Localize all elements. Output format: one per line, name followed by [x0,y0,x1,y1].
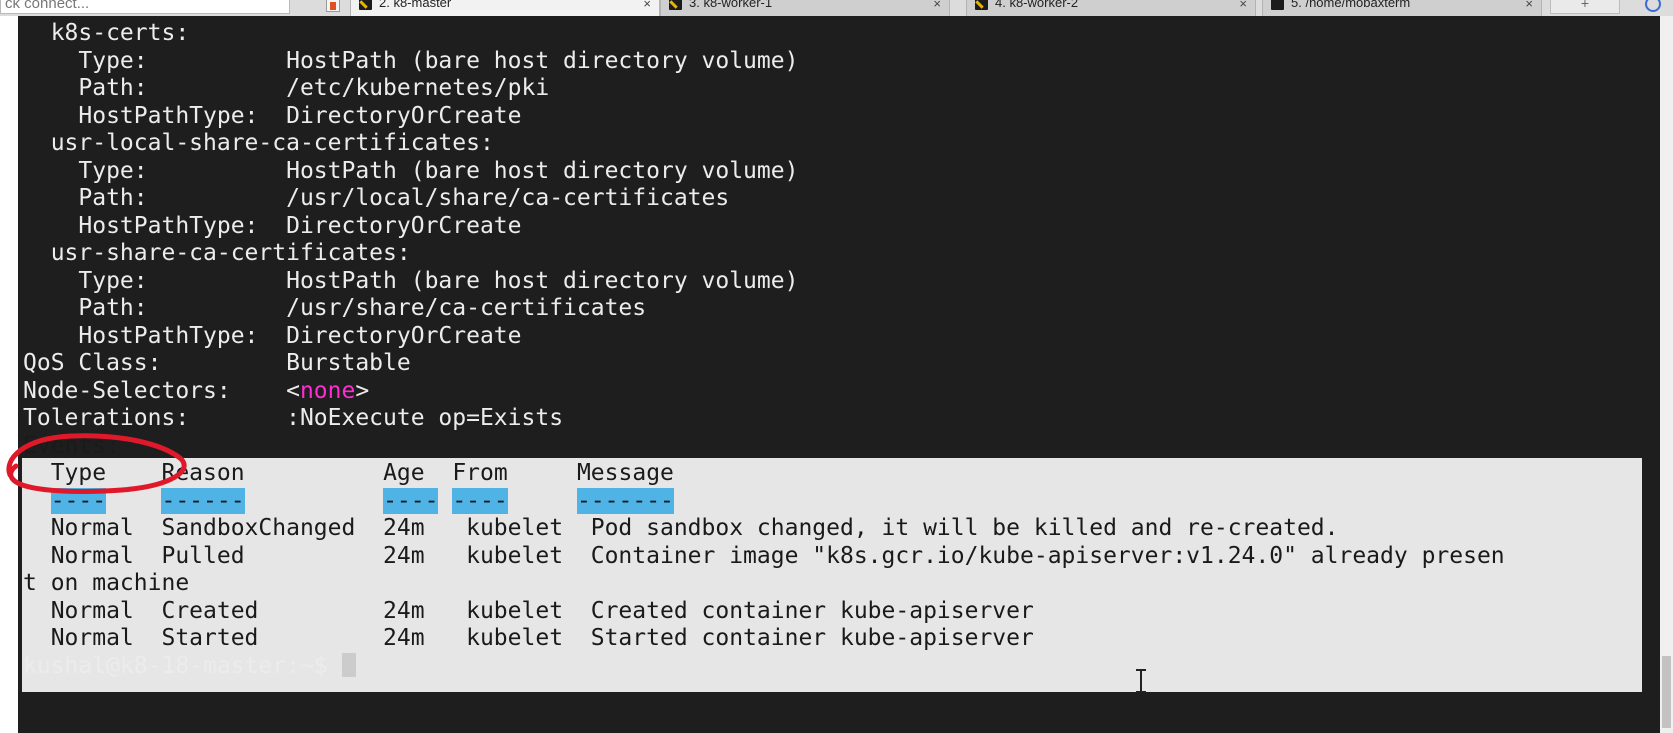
node-selectors-line: Node-Selectors: <none> [23,377,1655,406]
column-type: Type [23,460,107,486]
prompt-text: kushal@k8-18-master:~$ [23,653,342,679]
settings-icon[interactable] [1645,0,1661,12]
terminal-tab-icon [975,0,988,10]
underline-type: ---- [50,488,107,514]
events-heading: Events: [23,433,120,459]
terminal-line: Path: /etc/kubernetes/pki [23,75,550,101]
tab-k8-master[interactable]: 2. k8-master × [350,0,660,16]
terminal-line: usr-local-share-ca-certificates: [23,130,494,156]
terminal-line: k8s-certs: [23,20,190,46]
underline-reason: ------ [161,488,245,514]
scrollbar-thumb[interactable] [1662,656,1671,728]
terminal-tab-icon [669,0,682,10]
terminal-line: Path: /usr/share/ca-certificates [23,295,647,321]
underline-from: ---- [452,488,508,514]
close-icon[interactable]: × [1525,0,1533,12]
tab-label: 4. k8-worker-2 [995,0,1079,10]
tab-label: 2. k8-master [379,0,452,10]
terminal-scrollbar[interactable] [1660,16,1673,733]
terminal-line: HostPathType: DirectoryOrCreate [23,323,522,349]
terminal-line: HostPathType: DirectoryOrCreate [23,103,522,129]
close-icon[interactable]: × [933,0,941,12]
terminal-line: Type: HostPath (bare host directory volu… [23,268,799,294]
underline-message: ------- [576,488,674,514]
tab-label: 5. /home/mobaxterm [1291,0,1411,10]
underline-age: ---- [383,488,439,514]
tab-k8-worker-2[interactable]: 4. k8-worker-2 × [966,0,1256,16]
tab-label: 3. k8-worker-1 [689,0,773,10]
terminal-line: usr-share-ca-certificates: [23,240,411,266]
event-row: Normal Created 24m kubelet Created conta… [23,598,1034,624]
block-cursor [341,653,356,677]
tab-k8-worker-1[interactable]: 3. k8-worker-1 × [660,0,950,16]
event-row: Normal SandboxChanged 24m kubelet Pod sa… [23,515,1339,541]
column-reason: Reason [161,460,245,486]
tolerations-line: Tolerations: :NoExecute op=Exists [23,405,564,431]
event-row-wrap: t on machine [23,570,190,596]
events-column-underline: ---- ------ ---- ---- ------- [23,487,1655,516]
none-value: none [299,378,356,404]
node-selectors-prefix: Node-Selectors: < [23,378,300,404]
terminal-line: HostPathType: DirectoryOrCreate [23,213,522,239]
terminal-line: Path: /usr/local/share/ca-certificates [23,185,730,211]
terminal-line: QoS Class: Burstable [23,350,411,376]
event-row: Normal Pulled 24m kubelet Container imag… [23,543,1505,569]
new-tab-icon[interactable]: + [1550,0,1620,14]
node-selectors-suffix: > [355,378,370,404]
shell-prompt[interactable]: kushal@k8-18-master:~$ [23,652,1655,681]
events-column-headers: Type Reason Age From Message [23,459,1655,488]
close-icon[interactable]: × [643,0,651,12]
terminal-tab-icon [359,0,372,10]
close-icon[interactable]: × [1239,0,1247,12]
terminal-line: Type: HostPath (bare host directory volu… [23,48,799,74]
quick-connect-input[interactable]: ck connect... [0,0,290,14]
column-age: Age [383,460,425,486]
home-icon[interactable] [326,0,340,12]
terminal-line: Type: HostPath (bare host directory volu… [23,158,799,184]
column-from: From [452,460,508,486]
tab-mobaxterm-home[interactable]: 5. /home/mobaxterm × [1262,0,1542,16]
event-row: Normal Started 24m kubelet Started conta… [23,625,1034,651]
column-message: Message [576,460,674,486]
terminal-tab-icon [1271,0,1284,10]
tab-bar: ck connect... 2. k8-master × 3. k8-worke… [0,0,1673,16]
terminal-output[interactable]: k8s-certs: Type: HostPath (bare host dir… [18,16,1660,733]
